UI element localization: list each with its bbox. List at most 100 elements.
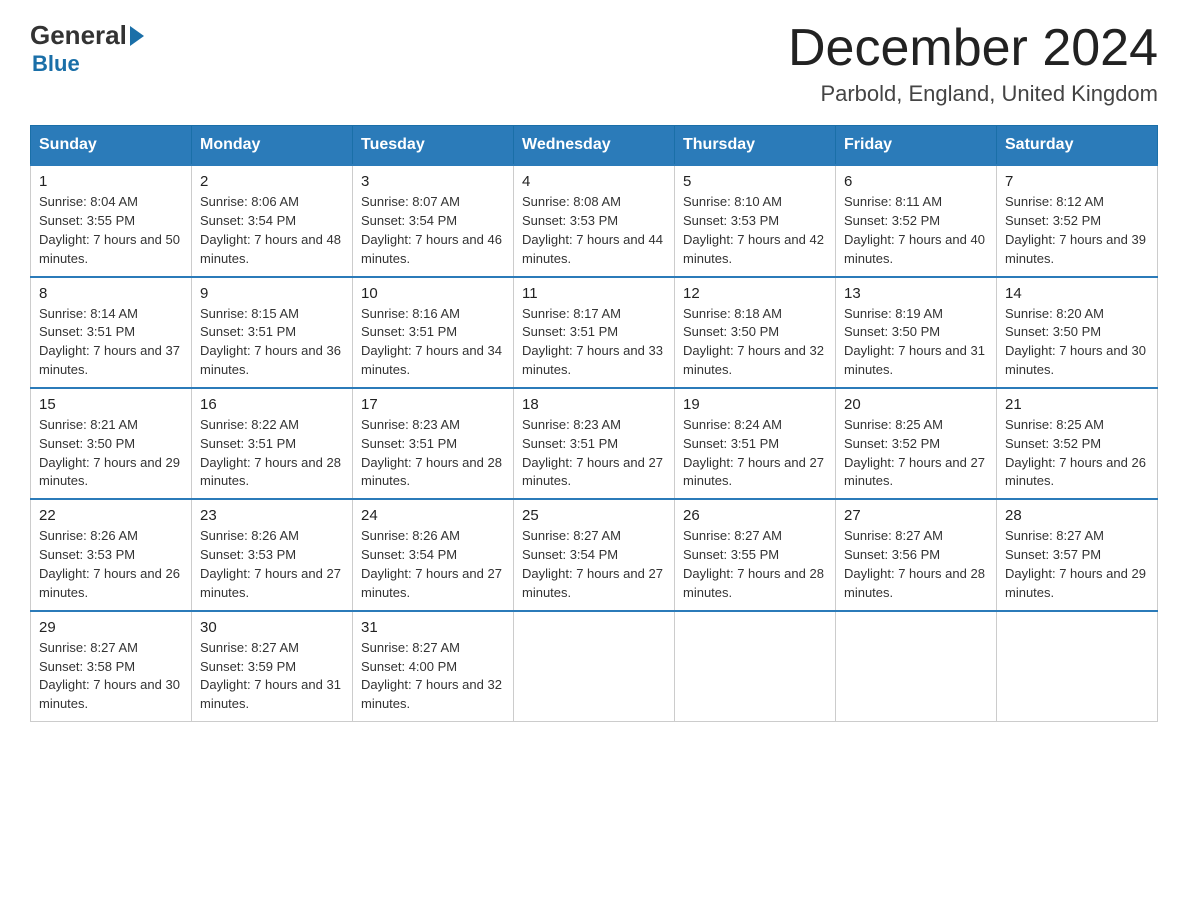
calendar-cell: 11Sunrise: 8:17 AMSunset: 3:51 PMDayligh…: [514, 277, 675, 388]
day-info: Sunrise: 8:07 AMSunset: 3:54 PMDaylight:…: [361, 193, 505, 268]
calendar-cell: 25Sunrise: 8:27 AMSunset: 3:54 PMDayligh…: [514, 499, 675, 610]
day-number: 6: [844, 173, 988, 190]
day-number: 26: [683, 507, 827, 524]
day-info: Sunrise: 8:24 AMSunset: 3:51 PMDaylight:…: [683, 416, 827, 491]
calendar-cell: 12 Sunrise: 8:18 AMSunset: 3:50 PMDayligh…: [675, 277, 836, 388]
calendar-week-row: 8Sunrise: 8:14 AMSunset: 3:51 PMDaylight…: [31, 277, 1158, 388]
day-number: 31: [361, 619, 505, 636]
day-info: Sunrise: 8:06 AMSunset: 3:54 PMDaylight:…: [200, 193, 344, 268]
logo-blue-text: Blue: [32, 51, 80, 77]
header-thursday: Thursday: [675, 126, 836, 166]
calendar-header-row: SundayMondayTuesdayWednesdayThursdayFrid…: [31, 126, 1158, 166]
calendar-cell: 9Sunrise: 8:15 AMSunset: 3:51 PMDaylight…: [192, 277, 353, 388]
day-number: 23: [200, 507, 344, 524]
calendar-cell: 13 Sunrise: 8:19 AMSunset: 3:50 PMDayligh…: [836, 277, 997, 388]
calendar-cell: 16Sunrise: 8:22 AMSunset: 3:51 PMDayligh…: [192, 388, 353, 499]
day-info: Sunrise: 8:25 AMSunset: 3:52 PMDaylight:…: [1005, 416, 1149, 491]
day-info: Sunrise: 8:16 AMSunset: 3:51 PMDaylight:…: [361, 305, 505, 380]
calendar-cell: 26 Sunrise: 8:27 AMSunset: 3:55 PMDayligh…: [675, 499, 836, 610]
day-number: 2: [200, 173, 344, 190]
day-number: 1: [39, 173, 183, 190]
calendar-week-row: 1 Sunrise: 8:04 AMSunset: 3:55 PMDaylight…: [31, 165, 1158, 276]
calendar-cell: 21Sunrise: 8:25 AMSunset: 3:52 PMDayligh…: [997, 388, 1158, 499]
calendar-cell: 15 Sunrise: 8:21 AMSunset: 3:50 PMDayligh…: [31, 388, 192, 499]
calendar-cell: 20 Sunrise: 8:25 AMSunset: 3:52 PMDayligh…: [836, 388, 997, 499]
calendar-cell: 30 Sunrise: 8:27 AMSunset: 3:59 PMDayligh…: [192, 611, 353, 722]
calendar-table: SundayMondayTuesdayWednesdayThursdayFrid…: [30, 125, 1158, 722]
calendar-cell: 31Sunrise: 8:27 AMSunset: 4:00 PMDayligh…: [353, 611, 514, 722]
day-number: 13: [844, 285, 988, 302]
title-block: December 2024 Parbold, England, United K…: [788, 20, 1158, 107]
day-number: 4: [522, 173, 666, 190]
day-number: 24: [361, 507, 505, 524]
calendar-cell: 2 Sunrise: 8:06 AMSunset: 3:54 PMDaylight…: [192, 165, 353, 276]
day-number: 20: [844, 396, 988, 413]
day-info: Sunrise: 8:25 AMSunset: 3:52 PMDaylight:…: [844, 416, 988, 491]
calendar-cell: 24 Sunrise: 8:26 AMSunset: 3:54 PMDayligh…: [353, 499, 514, 610]
day-number: 29: [39, 619, 183, 636]
day-info: Sunrise: 8:22 AMSunset: 3:51 PMDaylight:…: [200, 416, 344, 491]
day-number: 7: [1005, 173, 1149, 190]
logo-arrow-icon: [130, 26, 144, 46]
logo: General Blue: [30, 20, 147, 77]
day-number: 3: [361, 173, 505, 190]
day-info: Sunrise: 8:11 AMSunset: 3:52 PMDaylight:…: [844, 193, 988, 268]
day-info: Sunrise: 8:27 AMSunset: 3:58 PMDaylight:…: [39, 639, 183, 714]
calendar-cell: 29 Sunrise: 8:27 AMSunset: 3:58 PMDayligh…: [31, 611, 192, 722]
location-subtitle: Parbold, England, United Kingdom: [788, 81, 1158, 107]
day-info: Sunrise: 8:27 AMSunset: 3:55 PMDaylight:…: [683, 527, 827, 602]
day-number: 8: [39, 285, 183, 302]
calendar-cell: 10 Sunrise: 8:16 AMSunset: 3:51 PMDayligh…: [353, 277, 514, 388]
calendar-cell: 14Sunrise: 8:20 AMSunset: 3:50 PMDayligh…: [997, 277, 1158, 388]
day-info: Sunrise: 8:26 AMSunset: 3:53 PMDaylight:…: [200, 527, 344, 602]
calendar-cell: 8Sunrise: 8:14 AMSunset: 3:51 PMDaylight…: [31, 277, 192, 388]
calendar-week-row: 22 Sunrise: 8:26 AMSunset: 3:53 PMDayligh…: [31, 499, 1158, 610]
calendar-cell: 27 Sunrise: 8:27 AMSunset: 3:56 PMDayligh…: [836, 499, 997, 610]
header-friday: Friday: [836, 126, 997, 166]
header-monday: Monday: [192, 126, 353, 166]
calendar-cell: 19 Sunrise: 8:24 AMSunset: 3:51 PMDayligh…: [675, 388, 836, 499]
day-number: 25: [522, 507, 666, 524]
day-info: Sunrise: 8:19 AMSunset: 3:50 PMDaylight:…: [844, 305, 988, 380]
calendar-cell: 22Sunrise: 8:26 AMSunset: 3:53 PMDayligh…: [31, 499, 192, 610]
header-wednesday: Wednesday: [514, 126, 675, 166]
day-info: Sunrise: 8:21 AMSunset: 3:50 PMDaylight:…: [39, 416, 183, 491]
calendar-cell: 4 Sunrise: 8:08 AMSunset: 3:53 PMDaylight…: [514, 165, 675, 276]
calendar-week-row: 29 Sunrise: 8:27 AMSunset: 3:58 PMDayligh…: [31, 611, 1158, 722]
calendar-cell: [836, 611, 997, 722]
calendar-cell: 28Sunrise: 8:27 AMSunset: 3:57 PMDayligh…: [997, 499, 1158, 610]
calendar-cell: 18 Sunrise: 8:23 AMSunset: 3:51 PMDayligh…: [514, 388, 675, 499]
calendar-cell: 1 Sunrise: 8:04 AMSunset: 3:55 PMDaylight…: [31, 165, 192, 276]
day-info: Sunrise: 8:12 AMSunset: 3:52 PMDaylight:…: [1005, 193, 1149, 268]
day-info: Sunrise: 8:18 AMSunset: 3:50 PMDaylight:…: [683, 305, 827, 380]
day-number: 19: [683, 396, 827, 413]
calendar-cell: 3 Sunrise: 8:07 AMSunset: 3:54 PMDaylight…: [353, 165, 514, 276]
day-number: 22: [39, 507, 183, 524]
calendar-cell: [997, 611, 1158, 722]
day-info: Sunrise: 8:26 AMSunset: 3:54 PMDaylight:…: [361, 527, 505, 602]
calendar-cell: [514, 611, 675, 722]
page-header: General Blue December 2024 Parbold, Engl…: [30, 20, 1158, 107]
calendar-cell: 17Sunrise: 8:23 AMSunset: 3:51 PMDayligh…: [353, 388, 514, 499]
day-info: Sunrise: 8:20 AMSunset: 3:50 PMDaylight:…: [1005, 305, 1149, 380]
day-info: Sunrise: 8:23 AMSunset: 3:51 PMDaylight:…: [522, 416, 666, 491]
day-number: 11: [522, 285, 666, 302]
logo-general-text: General: [30, 20, 127, 51]
day-number: 12: [683, 285, 827, 302]
day-number: 27: [844, 507, 988, 524]
day-number: 30: [200, 619, 344, 636]
day-info: Sunrise: 8:04 AMSunset: 3:55 PMDaylight:…: [39, 193, 183, 268]
day-info: Sunrise: 8:08 AMSunset: 3:53 PMDaylight:…: [522, 193, 666, 268]
day-number: 10: [361, 285, 505, 302]
day-number: 17: [361, 396, 505, 413]
day-info: Sunrise: 8:27 AMSunset: 3:56 PMDaylight:…: [844, 527, 988, 602]
calendar-cell: 5Sunrise: 8:10 AMSunset: 3:53 PMDaylight…: [675, 165, 836, 276]
day-info: Sunrise: 8:27 AMSunset: 3:59 PMDaylight:…: [200, 639, 344, 714]
day-number: 18: [522, 396, 666, 413]
day-info: Sunrise: 8:15 AMSunset: 3:51 PMDaylight:…: [200, 305, 344, 380]
day-number: 15: [39, 396, 183, 413]
day-info: Sunrise: 8:27 AMSunset: 3:57 PMDaylight:…: [1005, 527, 1149, 602]
header-saturday: Saturday: [997, 126, 1158, 166]
header-tuesday: Tuesday: [353, 126, 514, 166]
calendar-cell: 6 Sunrise: 8:11 AMSunset: 3:52 PMDaylight…: [836, 165, 997, 276]
